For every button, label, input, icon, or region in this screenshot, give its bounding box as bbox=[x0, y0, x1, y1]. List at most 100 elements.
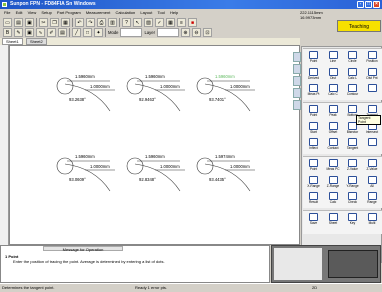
menu-layout[interactable]: Layout bbox=[140, 10, 152, 15]
command-label: Intersect bbox=[365, 129, 379, 134]
panel-button-contact[interactable]: Contact bbox=[324, 138, 343, 150]
menu-edit[interactable]: Edit bbox=[16, 10, 23, 15]
panel-button-tangent[interactable]: Tangent bbox=[343, 138, 362, 150]
panel-button-multi[interactable]: Multi bbox=[363, 213, 382, 225]
copy-icon[interactable]: ❐ bbox=[50, 18, 59, 27]
panel-button-sheet[interactable]: Sheet bbox=[324, 213, 343, 225]
command-label: Sheet bbox=[328, 221, 338, 225]
list-icon[interactable]: ≡ bbox=[177, 18, 186, 27]
zoom-out-icon[interactable]: ⊖ bbox=[191, 28, 201, 37]
panel-button-z-value[interactable]: Z-Value bbox=[363, 159, 382, 171]
redo-icon[interactable]: ↷ bbox=[86, 18, 95, 27]
save-icon[interactable]: ▣ bbox=[25, 18, 34, 27]
distance-label: 1.5960mm bbox=[145, 154, 165, 159]
panel-button-start[interactable]: Start bbox=[304, 121, 323, 134]
color-icon[interactable]: ■ bbox=[188, 18, 197, 27]
open-icon[interactable]: ▤ bbox=[14, 18, 23, 27]
panel-button-calc-c[interactable]: Calc C bbox=[324, 84, 343, 96]
draw-icon[interactable]: ✎ bbox=[14, 28, 23, 37]
panel-button-result[interactable]: Result bbox=[304, 192, 323, 204]
panel-button-y-range[interactable]: Y-Range bbox=[343, 175, 362, 188]
panel-button-save[interactable]: Save bbox=[304, 213, 323, 225]
grid-icon[interactable]: ▦ bbox=[166, 18, 175, 27]
side-tab-4[interactable] bbox=[293, 88, 301, 98]
minimize-button[interactable]: - bbox=[357, 1, 364, 8]
menu-tool[interactable]: Tool bbox=[158, 10, 165, 15]
pointer-icon[interactable]: ↖ bbox=[133, 18, 142, 27]
panel-button-point[interactable]: Point bbox=[304, 159, 323, 171]
table-icon[interactable]: ▥ bbox=[108, 18, 117, 27]
panel-button-meas-pc[interactable]: Meas PC bbox=[324, 159, 343, 171]
panel-button-calc-l[interactable]: Calc L bbox=[343, 67, 362, 80]
side-tab-5[interactable] bbox=[293, 100, 301, 110]
tab-sheet-1[interactable]: Sheet1 bbox=[2, 38, 23, 45]
maximize-button[interactable]: □ bbox=[365, 1, 372, 8]
command-label: Position bbox=[366, 59, 378, 63]
new-icon[interactable]: ▭ bbox=[3, 18, 12, 27]
menu-setup[interactable]: Setup bbox=[41, 10, 51, 15]
command-label: Calc C bbox=[328, 92, 338, 96]
side-tab-1[interactable] bbox=[293, 52, 301, 62]
panel-button-circle[interactable]: Circle bbox=[343, 51, 362, 63]
panel-button-z-range[interactable]: Z-Range bbox=[324, 175, 343, 188]
menu-help[interactable]: Help bbox=[170, 10, 178, 15]
menu-view[interactable]: View bbox=[28, 10, 37, 15]
side-tab-2[interactable] bbox=[293, 64, 301, 74]
menu-file[interactable]: File bbox=[4, 10, 10, 15]
panel-button-blank[interactable] bbox=[363, 138, 382, 146]
panel-button-blank[interactable] bbox=[363, 84, 382, 92]
panel-button-derived[interactable]: Derived bbox=[304, 67, 323, 80]
command-icon bbox=[367, 192, 377, 200]
menu-calculation[interactable]: Calculation bbox=[115, 10, 135, 15]
panel-button-range[interactable]: Range bbox=[363, 192, 382, 204]
panel-button-offset[interactable]: Offset bbox=[324, 121, 343, 134]
panel-button-contour[interactable]: Contour bbox=[343, 84, 362, 96]
menu-measurement[interactable]: Measurement bbox=[86, 10, 110, 15]
panel-button-all[interactable]: All bbox=[363, 175, 382, 188]
menu-part-program[interactable]: Part Program bbox=[57, 10, 81, 15]
image-icon[interactable]: ▣ bbox=[25, 28, 34, 37]
panel-button-point[interactable]: Point bbox=[304, 105, 323, 117]
chart-icon[interactable]: ▨ bbox=[144, 18, 153, 27]
teaching-mode-badge[interactable]: Teaching bbox=[337, 20, 381, 32]
check-icon[interactable]: ✓ bbox=[155, 18, 164, 27]
panel-button-point[interactable]: Point bbox=[304, 51, 323, 63]
curve-icon[interactable]: ∿ bbox=[36, 28, 45, 37]
panel-button-peak[interactable]: Peak bbox=[324, 105, 343, 117]
tab-sheet-2[interactable]: Sheet2 bbox=[26, 38, 47, 45]
cut-icon[interactable]: ✂ bbox=[39, 18, 48, 27]
bold-icon[interactable]: B bbox=[3, 28, 12, 37]
panel-button-check[interactable]: Check bbox=[343, 192, 362, 204]
paste-icon[interactable]: ▦ bbox=[61, 18, 70, 27]
pen-icon[interactable]: ✐ bbox=[47, 28, 56, 37]
measurement-drawing: 1.5960mm 1.0000mm 93.2638° 1.5960mm 1.0000mm… bbox=[56, 74, 255, 192]
panel-button-key[interactable]: Key bbox=[343, 213, 362, 225]
panel-button-dist-pnt[interactable]: Dist Pnt bbox=[363, 67, 382, 80]
zoom-in-icon[interactable]: ⊕ bbox=[180, 28, 190, 37]
panel-button-dist[interactable]: Dist bbox=[324, 67, 343, 80]
command-label: Contour bbox=[346, 92, 359, 96]
panel-button-x-range[interactable]: X-Range bbox=[304, 175, 323, 188]
zoom-fit-icon[interactable]: ⊡ bbox=[202, 28, 212, 37]
close-button[interactable]: × bbox=[373, 1, 380, 8]
layer-select[interactable] bbox=[156, 28, 179, 37]
panel-button-z-value[interactable]: Z-Value bbox=[343, 159, 362, 171]
line-icon[interactable]: ╱ bbox=[72, 28, 81, 37]
command-icon bbox=[309, 159, 318, 167]
toolbar-2: B ✎ ▣ ∿ ✐ ▤ ╱ □ ✦ Mode Layer ⊕ ⊖ ⊡ bbox=[3, 27, 212, 38]
print-icon[interactable]: ⎙ bbox=[97, 18, 106, 27]
help-icon[interactable]: ? bbox=[122, 18, 131, 27]
tool-icon[interactable]: ✦ bbox=[94, 28, 103, 37]
side-tab-3[interactable] bbox=[293, 76, 301, 86]
panel-button-line[interactable]: Line bbox=[324, 51, 343, 63]
panel-button-calc[interactable]: Calc bbox=[324, 192, 343, 204]
rect-icon[interactable]: □ bbox=[83, 28, 92, 37]
panel-button-meas-pt[interactable]: Meas Pt bbox=[304, 84, 323, 96]
measured-circle bbox=[126, 157, 144, 175]
folder-icon[interactable]: ▤ bbox=[58, 28, 67, 37]
undo-icon[interactable]: ↶ bbox=[75, 18, 84, 27]
panel-button-inflect[interactable]: Inflect bbox=[304, 138, 323, 150]
panel-button-position[interactable]: Position bbox=[363, 51, 382, 63]
drawing-canvas[interactable]: 1.5960mm 1.0000mm 93.2638° 1.5960mm 1.0000mm… bbox=[9, 45, 300, 245]
mode-select[interactable] bbox=[120, 28, 143, 37]
